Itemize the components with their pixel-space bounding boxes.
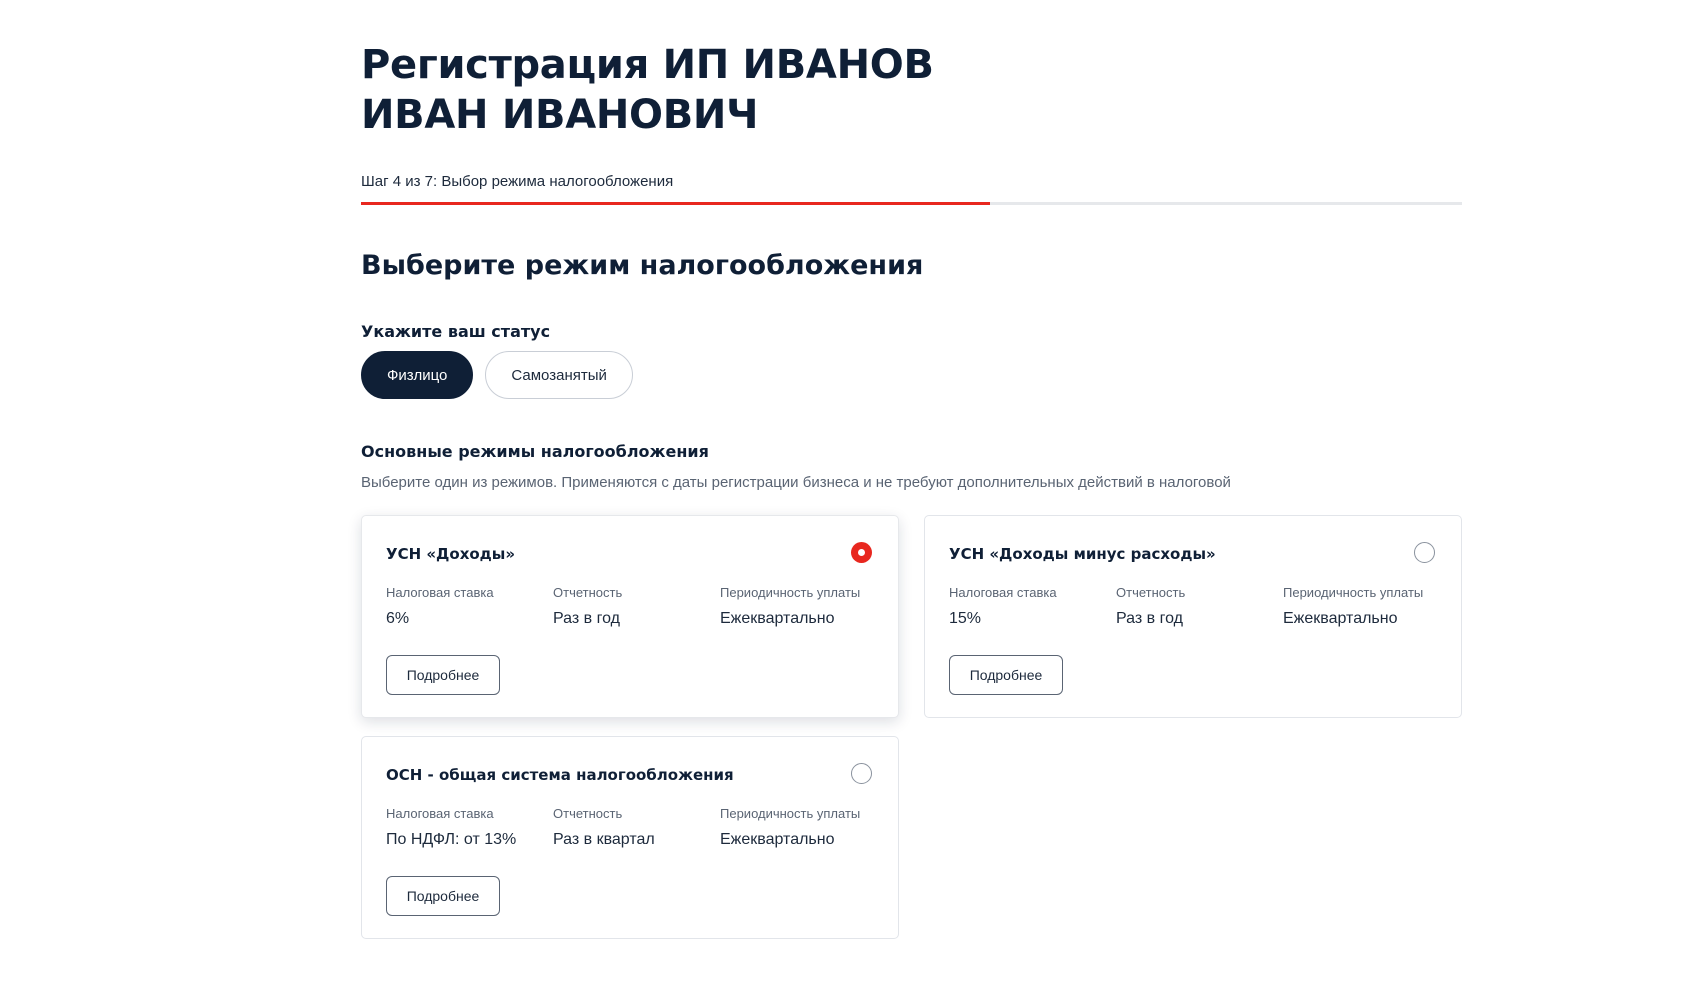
main-container: Регистрация ИП ИВАНОВ ИВАН ИВАНОВИЧ Шаг … [361,40,1462,939]
tax-mode-cards: УСН «Доходы» Налоговая ставка 6% Отчетно… [361,515,1462,939]
card-attributes: Налоговая ставка По НДФЛ: от 13% Отчетно… [386,805,874,850]
attr-value: 6% [386,610,410,627]
attr-reporting: Отчетность Раз в год [553,584,720,629]
details-button[interactable]: Подробнее [386,876,500,916]
attr-label: Отчетность [553,806,623,821]
attr-label: Периодичность уплаты [1283,585,1424,600]
attr-payment-frequency: Периодичность уплаты Ежеквартально [720,584,880,629]
status-toggle-group: Физлицо Самозанятый [361,351,1462,399]
attr-label: Периодичность уплаты [720,585,861,600]
attr-label: Отчетность [1116,585,1186,600]
page: Регистрация ИП ИВАНОВ ИВАН ИВАНОВИЧ Шаг … [0,0,1690,982]
attr-reporting: Отчетность Раз в квартал [553,805,720,850]
radio-unselected-icon[interactable] [1414,542,1435,563]
attr-value: Раз в год [1116,610,1183,627]
attr-value: Ежеквартально [720,610,835,627]
radio-selected-icon[interactable] [851,542,872,563]
card-title: ОСН - общая система налогообложения [386,766,734,784]
attr-label: Отчетность [553,585,623,600]
modes-title: Основные режимы налогообложения [361,442,709,461]
status-label: Укажите ваш статус [361,322,551,341]
details-button[interactable]: Подробнее [949,655,1063,695]
tax-mode-card-osn[interactable]: ОСН - общая система налогообложения Нало… [361,736,899,939]
attr-reporting: Отчетность Раз в год [1116,584,1283,629]
attr-tax-rate: Налоговая ставка 6% [386,584,553,629]
modes-description: Выберите один из режимов. Применяются с … [361,474,1231,491]
attr-payment-frequency: Периодичность уплаты Ежеквартально [1283,584,1443,629]
attr-tax-rate: Налоговая ставка По НДФЛ: от 13% [386,805,553,850]
attr-value: Раз в год [553,610,620,627]
tax-mode-card-usn-income-minus-expenses[interactable]: УСН «Доходы минус расходы» Налоговая ста… [924,515,1462,718]
attr-payment-frequency: Периодичность уплаты Ежеквартально [720,805,880,850]
attr-value: По НДФЛ: от 13% [386,831,517,848]
attr-value: Ежеквартально [1283,610,1398,627]
attr-value: 15% [949,610,982,627]
tax-mode-card-usn-income[interactable]: УСН «Доходы» Налоговая ставка 6% Отчетно… [361,515,899,718]
attr-label: Периодичность уплаты [720,806,861,821]
page-title: Регистрация ИП ИВАНОВ ИВАН ИВАНОВИЧ [361,42,934,138]
attr-tax-rate: Налоговая ставка 15% [949,584,1116,629]
attr-value: Ежеквартально [720,831,835,848]
card-attributes: Налоговая ставка 15% Отчетность Раз в го… [949,584,1437,629]
card-attributes: Налоговая ставка 6% Отчетность Раз в год… [386,584,874,629]
progress-bar-fill [361,202,990,205]
status-option-self-employed[interactable]: Самозанятый [485,351,633,399]
attr-label: Налоговая ставка [386,806,494,821]
attr-value: Раз в квартал [553,831,655,848]
status-option-individual[interactable]: Физлицо [361,351,474,399]
progress-bar [361,202,1462,205]
step-indicator: Шаг 4 из 7: Выбор режима налогообложения [361,173,674,190]
radio-unselected-icon[interactable] [851,763,872,784]
details-button[interactable]: Подробнее [386,655,500,695]
attr-label: Налоговая ставка [386,585,494,600]
card-title: УСН «Доходы минус расходы» [949,545,1216,563]
section-title: Выберите режим налогообложения [361,250,924,281]
card-title: УСН «Доходы» [386,545,516,563]
attr-label: Налоговая ставка [949,585,1057,600]
